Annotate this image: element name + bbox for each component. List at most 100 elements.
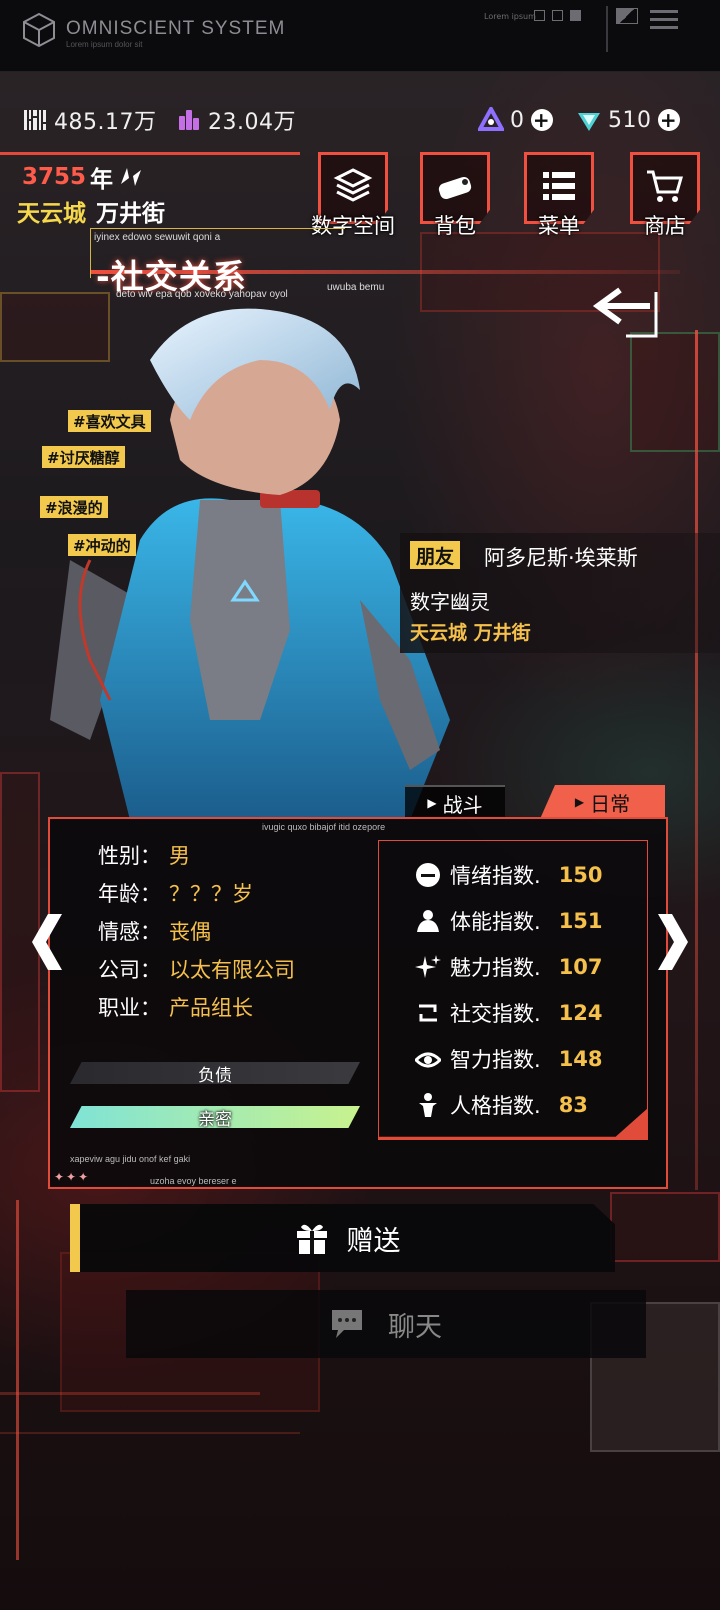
stat-row: 情绪指数. 150 <box>414 860 603 890</box>
stamina-icon <box>414 907 442 935</box>
currency-crystals-value: 23.04万 <box>208 110 296 135</box>
system-bar: OMNISCIENT SYSTEM Lorem ipsum dolor sit … <box>0 0 720 72</box>
back-arrow-icon[interactable] <box>590 282 670 340</box>
tab-battle-label: 战斗 <box>442 792 483 817</box>
stat-row: 人格指数. 83 <box>414 1090 588 1120</box>
trait-tag: #浪漫的 <box>40 496 108 518</box>
crystal-icon <box>176 107 202 133</box>
chat-label: 聊天 <box>388 1311 442 1343</box>
attribute-row: 情感： 丧偶 <box>98 916 211 946</box>
gift-icon <box>296 1224 327 1254</box>
window-close-icon[interactable] <box>552 10 563 21</box>
location-street: 万井街 <box>96 201 165 227</box>
system-subtitle: Lorem ipsum dolor sit <box>66 40 143 49</box>
title-side-caption: uwuba bemu <box>327 282 385 293</box>
nav-label: 商店 <box>644 214 686 238</box>
currency-gems-value: 510 <box>608 107 652 133</box>
currency-energy: 0 + <box>478 104 553 136</box>
attribute-key: 情感： <box>98 920 161 944</box>
year-value: 3755 <box>22 164 87 190</box>
trait-tag: #喜欢文具 <box>68 410 151 432</box>
stat-value: 150 <box>558 863 603 887</box>
refresh-icon[interactable] <box>117 164 145 190</box>
status-line-icon <box>650 18 678 21</box>
stat-value: 124 <box>558 1001 603 1025</box>
sparkle-icon <box>414 953 442 981</box>
gem-icon <box>576 107 602 133</box>
frame-edge-left <box>16 1200 19 1560</box>
page-title-block: iyinex edowo sewuwit qoni a -社交关系 deto w… <box>90 228 345 306</box>
stat-label: 情绪指数. <box>450 864 541 888</box>
chat-button[interactable]: 聊天 <box>126 1290 646 1358</box>
stat-value: 107 <box>558 955 603 979</box>
world-date: 3755 年 <box>22 160 145 194</box>
caret-right-icon: ▶ <box>427 796 437 810</box>
intimacy-bar: 亲密 <box>70 1106 360 1128</box>
eye-icon <box>414 1045 442 1073</box>
omniscient-logo-icon <box>23 12 55 48</box>
currency-energy-value: 0 <box>510 107 525 133</box>
chat-icon <box>332 1310 362 1338</box>
nav-backpack-button[interactable]: 背包 <box>420 152 490 238</box>
panel-thumb-icon <box>616 8 638 24</box>
menu-icon <box>543 172 575 200</box>
triangle-token-icon <box>478 107 504 133</box>
tab-battle[interactable]: ▶ 战斗 <box>405 785 505 819</box>
attribute-key: 性别： <box>98 844 161 868</box>
nav-shop-button[interactable]: 商店 <box>630 152 700 238</box>
trait-tag: #讨厌糖醇 <box>42 446 125 468</box>
attribute-row: 公司： 以太有限公司 <box>98 954 295 984</box>
stat-label: 人格指数. <box>450 1094 541 1118</box>
person-icon <box>414 1091 442 1119</box>
stat-value: 148 <box>558 1047 603 1071</box>
stat-label: 魅力指数. <box>450 956 541 980</box>
header-divider <box>0 152 300 155</box>
location-city: 天云城 <box>17 201 86 227</box>
year-unit: 年 <box>90 167 114 193</box>
previous-character-button[interactable] <box>28 912 68 972</box>
frame-edge-right <box>695 330 698 1190</box>
status-line-icon <box>650 10 678 13</box>
stat-row: 魅力指数. 107 <box>414 952 603 982</box>
pouch-icon <box>438 177 472 199</box>
attribute-row: 性别： 男 <box>98 840 190 870</box>
attribute-value: 产品组长 <box>169 996 253 1020</box>
attribute-key: 年龄： <box>98 882 161 906</box>
character-role: 数字幽灵 <box>410 590 490 614</box>
stat-row: 体能指数. 151 <box>414 906 603 936</box>
gift-button[interactable]: 赠送 <box>70 1204 615 1272</box>
attribute-row: 年龄： ？？？岁 <box>98 878 253 908</box>
layers-icon <box>333 168 373 202</box>
add-gems-button[interactable]: + <box>657 109 680 131</box>
add-energy-button[interactable]: + <box>530 109 553 131</box>
stat-label: 社交指数. <box>450 1002 541 1026</box>
nav-digital-space-button[interactable]: 数字空间 <box>311 152 395 238</box>
stat-value: 83 <box>558 1093 588 1117</box>
panel-footer-caption: xapeviw agu jidu onof kef gaki <box>70 1154 191 1164</box>
character-location: 天云城 万井街 <box>410 622 531 644</box>
trait-tag: #冲动的 <box>68 534 136 556</box>
stat-row: 智力指数. 148 <box>414 1044 603 1074</box>
attribute-key: 公司： <box>98 958 161 982</box>
attribute-value: 男 <box>169 844 190 868</box>
attribute-value: ？？？岁 <box>169 882 253 906</box>
gift-label: 赠送 <box>346 1225 401 1257</box>
social-icon <box>414 999 442 1027</box>
character-name: 阿多尼斯·埃莱斯 <box>484 546 638 570</box>
nav-label: 菜单 <box>538 214 580 238</box>
nav-menu-button[interactable]: 菜单 <box>524 152 594 238</box>
panel-footer-caption-2: uzoha evoy bereser e <box>150 1176 237 1186</box>
attribute-value: 丧偶 <box>169 920 211 944</box>
caret-right-icon: ▶ <box>574 795 585 809</box>
next-character-button[interactable] <box>652 912 692 972</box>
nav-label: 背包 <box>434 214 476 238</box>
mood-icon <box>414 861 442 889</box>
attribute-row: 职业： 产品组长 <box>98 992 253 1022</box>
window-grid-icon[interactable] <box>570 10 581 21</box>
window-minimize-icon[interactable] <box>534 10 545 21</box>
stat-label: 智力指数. <box>450 1048 541 1072</box>
relation-badge: 朋友 <box>410 541 461 569</box>
attribute-value: 以太有限公司 <box>169 958 295 982</box>
world-location: 天云城 万井街 <box>17 194 165 228</box>
tab-daily[interactable]: ▶ 日常 <box>540 785 665 819</box>
